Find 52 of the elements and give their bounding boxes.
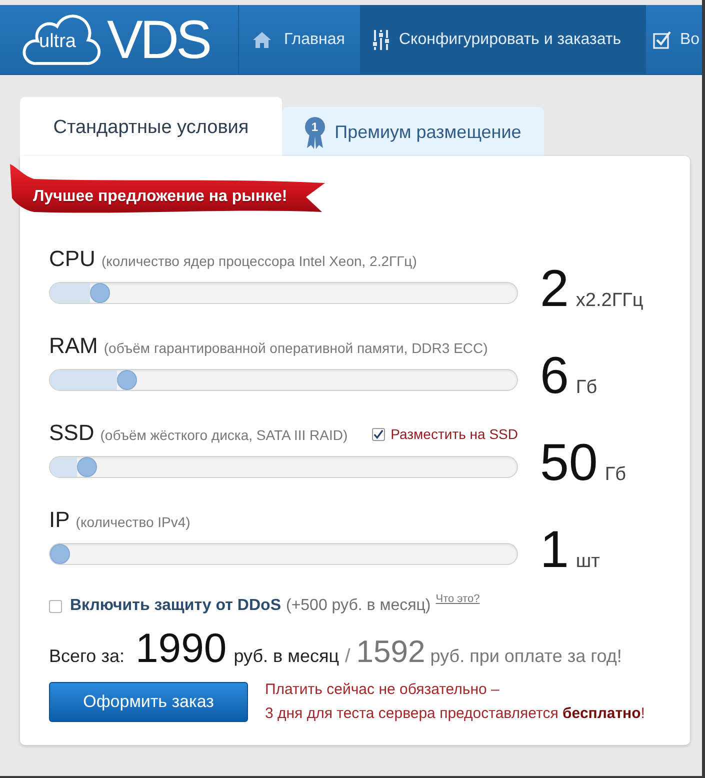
slider-name: IP: [49, 509, 70, 531]
nav-link[interactable]: Во: [645, 5, 702, 74]
slider-value: 2: [540, 262, 569, 314]
ddos-price: (+500 руб. в месяц): [286, 596, 431, 616]
slider-track[interactable]: [49, 282, 518, 304]
slider-unit: Гб: [604, 462, 626, 486]
slider-name: CPU: [49, 248, 96, 270]
slider-value: 6: [540, 350, 569, 402]
slider-name: RAM: [49, 335, 98, 357]
checkbox[interactable]: [372, 428, 385, 441]
home-icon: [253, 32, 271, 48]
slider-value: 50: [540, 436, 598, 488]
free-trial-note: Платить сейчас не обязательно – 3 дня для теста сервера предоставляется бесплатно!: [265, 680, 645, 724]
tab[interactable]: 1 Премиум размещение: [282, 107, 544, 156]
slider-unit: x2.2ГГц: [576, 288, 644, 312]
checkbox[interactable]: [49, 600, 62, 612]
monthly-price: 1990: [135, 628, 227, 669]
slider-track[interactable]: [49, 369, 518, 391]
yearly-unit: руб. при оплате за год!: [430, 645, 622, 668]
check-icon: [372, 429, 384, 440]
order-button[interactable]: Оформить заказ: [49, 682, 248, 722]
checked-box-icon: [653, 30, 671, 48]
total-label: Всего за:: [49, 645, 124, 668]
what-is-this-link[interactable]: Что это?: [436, 592, 480, 606]
medal-icon: [304, 116, 325, 150]
slider-description: (объём жёсткого диска, SATA III RAID): [100, 426, 348, 445]
yearly-price: 1592: [356, 636, 426, 667]
slider-thumb[interactable]: [117, 370, 138, 390]
slider-description: (количество ядер процессора Intel Xeon, 2.2ГГц): [101, 252, 417, 271]
tab[interactable]: Стандартные условия: [20, 97, 282, 156]
slider-thumb[interactable]: [90, 283, 110, 303]
slider-track[interactable]: [49, 456, 518, 478]
slider-description: (количество IPv4): [76, 513, 190, 532]
sliders-icon: [373, 30, 389, 50]
slider-value: 1: [540, 524, 569, 576]
logo-badge-text: ultra: [39, 30, 76, 52]
slider-description: (объём гарантированной оперативной памяти, DDR3 ECC): [104, 339, 488, 358]
nav-link[interactable]: Сконфигурировать и заказать: [360, 5, 645, 74]
slider-name: SSD: [49, 422, 94, 444]
ddos-label[interactable]: Включить защиту от DDoS: [70, 594, 281, 618]
slider-unit: Гб: [576, 376, 598, 400]
cloud-icon: [20, 14, 102, 66]
medal-number: 1: [311, 118, 318, 134]
slider-track[interactable]: [49, 543, 518, 565]
checkbox-label[interactable]: Разместить на SSD: [390, 424, 518, 445]
price-separator: /: [345, 645, 350, 669]
slider-unit: шт: [576, 550, 600, 574]
logo-text: VDS: [107, 12, 210, 66]
slider-thumb[interactable]: [50, 544, 70, 564]
slider-thumb[interactable]: [76, 457, 97, 477]
ribbon-text: Лучшее предложение на рынке!: [33, 187, 288, 207]
monthly-unit: руб. в месяц: [234, 645, 340, 668]
